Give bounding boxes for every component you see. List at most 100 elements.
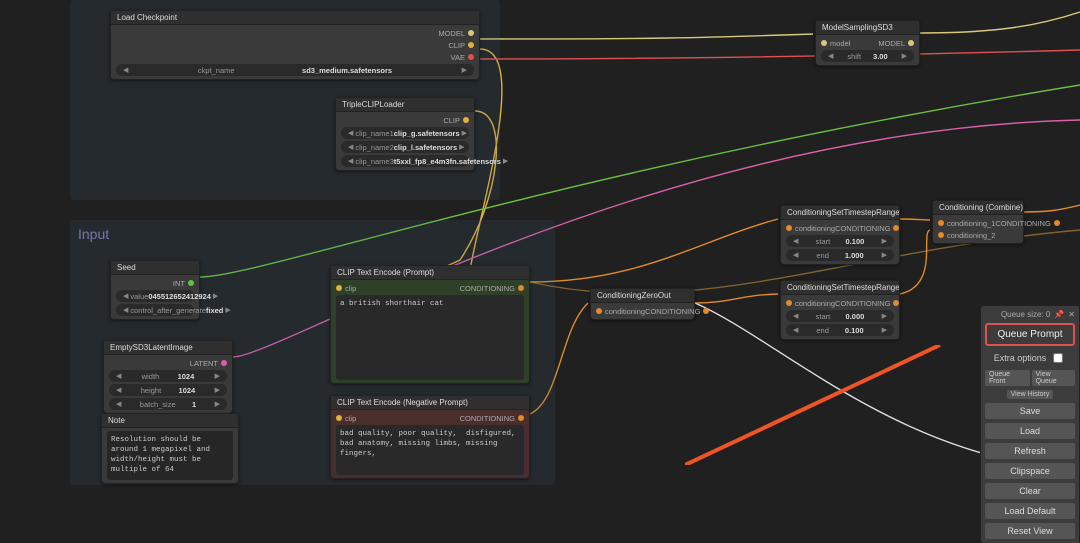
prompt-textbox[interactable]: a british shorthair cat (336, 295, 524, 380)
node-title[interactable]: TripleCLIPLoader (336, 98, 474, 112)
dot-cond-icon[interactable] (786, 225, 792, 231)
dot-cond-icon[interactable] (893, 225, 899, 231)
node-title[interactable]: ConditioningSetTimestepRange (781, 206, 899, 220)
dot-latent-icon[interactable] (221, 360, 227, 366)
dot-vae-icon[interactable] (468, 54, 474, 60)
clip1-widget[interactable]: ◀clip_name1clip_g.safetensors▶ (341, 127, 469, 139)
node-clip-neg-prompt[interactable]: CLIP Text Encode (Negative Prompt) clip C… (330, 395, 530, 479)
clip3-widget[interactable]: ◀clip_name3t5xxl_fp8_e4m3fn.safetensors▶ (341, 155, 469, 167)
width-widget[interactable]: ◀width1024▶ (109, 370, 227, 382)
node-model-sampling[interactable]: ModelSamplingSD3 model MODEL ◀shift3.00▶ (815, 20, 920, 66)
in-cond1-label: conditioning_1 (947, 219, 995, 228)
reset-view-button[interactable]: Reset View (985, 523, 1075, 539)
node-title[interactable]: ConditioningZeroOut (591, 289, 694, 303)
node-cond-zero-out[interactable]: ConditioningZeroOut conditioningCONDITIO… (590, 288, 695, 320)
dot-cond-icon[interactable] (786, 300, 792, 306)
node-title[interactable]: CLIP Text Encode (Prompt) (331, 266, 529, 280)
ts2-start-widget[interactable]: ◀start0.000▶ (786, 310, 894, 322)
node-title[interactable]: EmptySD3LatentImage (104, 341, 232, 355)
queue-front-button[interactable]: Queue Front (985, 370, 1030, 386)
in-model-label: model (830, 39, 850, 48)
seed-value-widget[interactable]: ◀value045512652412924▶ (116, 290, 194, 302)
queue-size-label: Queue size: 0 (1001, 310, 1050, 319)
pin-icon[interactable]: 📌 (1054, 310, 1064, 319)
in-clip-label: clip (345, 284, 356, 293)
ckpt-name-widget[interactable]: ◀ckpt_namesd3_medium.safetensors▶ (116, 64, 474, 76)
node-note[interactable]: Note Resolution should be around 1 megap… (101, 413, 239, 484)
out-cond-label: CONDITIONING (835, 299, 890, 308)
node-triple-clip[interactable]: TripleCLIPLoader CLIP ◀clip_name1clip_g.… (335, 97, 475, 171)
dot-int-icon[interactable] (188, 280, 194, 286)
out-cond-label: CONDITIONING (645, 307, 700, 316)
dot-cond-icon[interactable] (518, 415, 524, 421)
out-latent-label: LATENT (190, 359, 218, 368)
node-title[interactable]: Conditioning (Combine) (933, 201, 1023, 215)
load-button[interactable]: Load (985, 423, 1075, 439)
dot-cond-icon[interactable] (938, 220, 944, 226)
out-vae-label: VAE (451, 53, 465, 62)
queue-panel[interactable]: Queue size: 0 📌 ✕ Queue Prompt Extra opt… (980, 305, 1080, 543)
view-history-button[interactable]: View History (1007, 390, 1054, 399)
dot-cond-icon[interactable] (938, 232, 944, 238)
height-widget[interactable]: ◀height1024▶ (109, 384, 227, 396)
node-cond-timestep-1[interactable]: ConditioningSetTimestepRange conditionin… (780, 205, 900, 265)
node-clip-prompt[interactable]: CLIP Text Encode (Prompt) clip CONDITIONI… (330, 265, 530, 384)
out-model-label: MODEL (878, 39, 905, 48)
ts1-start-widget[interactable]: ◀start0.100▶ (786, 235, 894, 247)
node-seed[interactable]: Seed INT ◀value045512652412924▶ ◀control… (110, 260, 200, 320)
out-cond-label: CONDITIONING (460, 284, 515, 293)
dot-cond-icon[interactable] (703, 308, 709, 314)
dot-clip-icon[interactable] (468, 42, 474, 48)
node-cond-timestep-2[interactable]: ConditioningSetTimestepRange conditionin… (780, 280, 900, 340)
out-clip-label: CLIP (448, 41, 465, 50)
extra-options-checkbox[interactable] (1053, 353, 1063, 363)
dot-clip-icon[interactable] (336, 285, 342, 291)
group-input-label: Input (78, 226, 109, 242)
dot-cond-icon[interactable] (1054, 220, 1060, 226)
note-text: Resolution should be around 1 megapixel … (107, 431, 233, 480)
shift-widget[interactable]: ◀shift3.00▶ (821, 50, 914, 62)
out-int-label: INT (173, 279, 185, 288)
node-title[interactable]: ConditioningSetTimestepRange (781, 281, 899, 295)
refresh-button[interactable]: Refresh (985, 443, 1075, 459)
in-cond2-label: conditioning_2 (947, 231, 995, 240)
node-empty-latent[interactable]: EmptySD3LatentImage LATENT ◀width1024▶ ◀… (103, 340, 233, 414)
clip2-widget[interactable]: ◀clip_name2clip_l.safetensors▶ (341, 141, 469, 153)
seed-control-widget[interactable]: ◀control_after_generatefixed▶ (116, 304, 194, 316)
dot-clip-icon[interactable] (463, 117, 469, 123)
ts1-end-widget[interactable]: ◀end1.000▶ (786, 249, 894, 261)
dot-clip-icon[interactable] (336, 415, 342, 421)
extra-options-label: Extra options (994, 353, 1047, 363)
in-cond-label: conditioning (795, 224, 835, 233)
out-cond-label: CONDITIONING (835, 224, 890, 233)
queue-prompt-button[interactable]: Queue Prompt (985, 323, 1075, 346)
close-icon[interactable]: ✕ (1068, 310, 1075, 319)
clear-button[interactable]: Clear (985, 483, 1075, 499)
in-cond-label: conditioning (795, 299, 835, 308)
in-cond-label: conditioning (605, 307, 645, 316)
out-clip-label: CLIP (443, 116, 460, 125)
annotation-arrow-icon (685, 345, 955, 465)
ts2-end-widget[interactable]: ◀end0.100▶ (786, 324, 894, 336)
dot-cond-icon[interactable] (893, 300, 899, 306)
node-title[interactable]: Seed (111, 261, 199, 275)
neg-prompt-textbox[interactable]: bad quality, poor quality, disfigured, b… (336, 425, 524, 475)
node-cond-combine[interactable]: Conditioning (Combine) conditioning_1CON… (932, 200, 1024, 244)
load-default-button[interactable]: Load Default (985, 503, 1075, 519)
dot-cond-icon[interactable] (596, 308, 602, 314)
view-queue-button[interactable]: View Queue (1032, 370, 1075, 386)
save-button[interactable]: Save (985, 403, 1075, 419)
node-title[interactable]: CLIP Text Encode (Negative Prompt) (331, 396, 529, 410)
node-title[interactable]: ModelSamplingSD3 (816, 21, 919, 35)
batch-widget[interactable]: ◀batch_size1▶ (109, 398, 227, 410)
node-title[interactable]: Load Checkpoint (111, 11, 479, 25)
in-clip-label: clip (345, 414, 356, 423)
dot-model-icon[interactable] (821, 40, 827, 46)
node-load-checkpoint[interactable]: Load Checkpoint MODEL CLIP VAE ◀ckpt_nam… (110, 10, 480, 80)
dot-cond-icon[interactable] (518, 285, 524, 291)
clipspace-button[interactable]: Clipspace (985, 463, 1075, 479)
dot-model-icon[interactable] (468, 30, 474, 36)
node-title[interactable]: Note (102, 414, 238, 428)
out-cond-label: CONDITIONING (460, 414, 515, 423)
dot-model-icon[interactable] (908, 40, 914, 46)
